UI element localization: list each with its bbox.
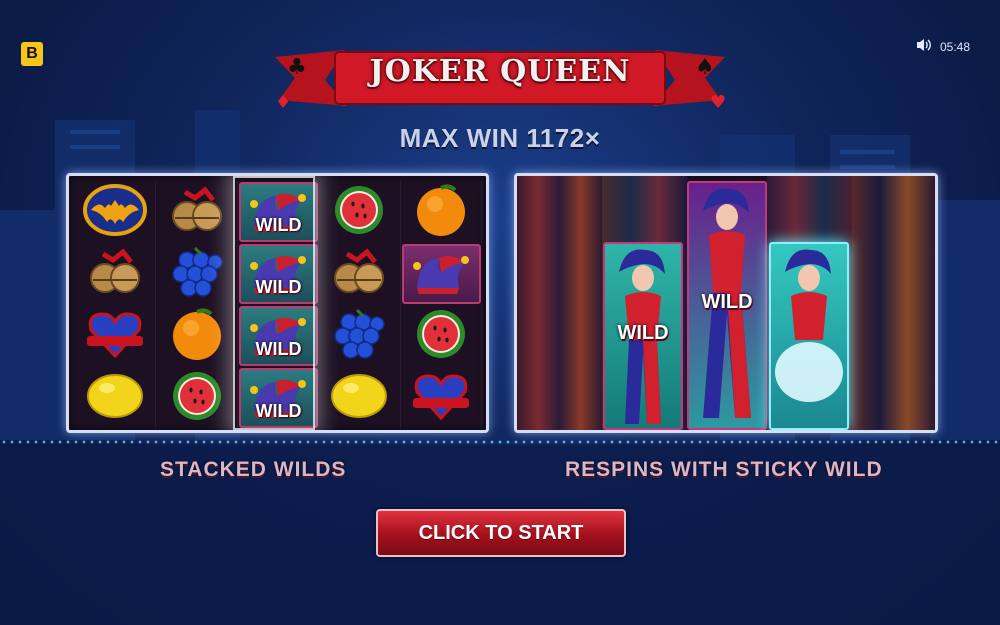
wild-label: WILD [255,339,302,359]
game-logo: ♣ ♠ ♥ ♦ JOKER QUEEN [265,42,735,113]
reel-symbol [75,243,157,305]
watermelon-icon [327,182,391,242]
wild-label: WILD [617,322,669,344]
reel-grid: WILD WILD WILD WILD [75,181,482,429]
heart-icon [83,306,147,366]
sticky-wild-card: WILD [603,242,683,430]
reel-symbol [319,243,401,305]
orange-icon [165,306,229,366]
jester-hat-wild-icon: WILD [238,244,319,304]
clock-time: 05:48 [939,39,970,54]
grapes-icon [165,244,229,304]
bat-emblem-icon [83,182,148,242]
spinning-reel [852,176,935,430]
joker-queen-icon [775,249,843,402]
reel-symbol [156,367,238,429]
jester-hat-wild-icon: WILD [238,306,319,366]
reel-symbol [401,367,482,429]
status-bar: 05:48 [916,38,970,55]
reel-symbol [75,367,157,429]
watermelon-icon [409,306,473,366]
bells-icon [83,244,147,304]
sticky-wild-card-appearing [769,242,849,430]
wild-label: WILD [701,291,753,313]
jester-hat-icon [401,244,481,304]
reel-symbol [401,305,482,367]
jester-hat-wild-icon: WILD [238,368,319,428]
jester-hat-wild-icon: WILD [238,182,319,242]
svg-text:♦: ♦ [275,92,291,112]
reel-symbol [156,243,238,305]
speaker-icon[interactable] [916,38,932,55]
reel-symbol [401,181,482,243]
spinning-reel [517,176,602,430]
heart-icon [409,368,473,428]
brand-badge[interactable]: B [21,42,43,66]
reel-symbol [75,181,157,243]
lemon-icon [327,368,391,428]
bells-icon [165,182,229,242]
logo-title: JOKER QUEEN [369,54,631,89]
reel-symbol [319,181,401,243]
lemon-icon [83,368,147,428]
watermelon-icon [165,368,229,428]
max-win-label: MAX WIN 1172× [399,123,601,153]
sticky-wild-card: WILD [687,181,767,430]
reel-symbol [156,181,238,243]
respins-caption: RESPINS WITH STICKY WILD [565,458,883,481]
orange-icon [409,182,473,242]
reel-symbol [156,305,238,367]
stacked-wilds-caption: STACKED WILDS [160,458,347,481]
grapes-icon [327,306,391,366]
neon-dot-line [0,440,1000,444]
reel-symbol [319,367,401,429]
click-to-start-button[interactable]: CLICK TO START [376,509,626,557]
bells-icon [327,244,391,304]
wild-label: WILD [255,215,302,235]
stacked-wilds-preview: WILD WILD WILD WILD [66,173,489,433]
reel-symbol [319,305,401,367]
wild-label: WILD [255,277,302,297]
wild-label: WILD [255,401,302,421]
reel-symbol [75,305,157,367]
svg-text:♥: ♥ [710,92,726,112]
respins-preview: WILD WILD [514,173,938,433]
